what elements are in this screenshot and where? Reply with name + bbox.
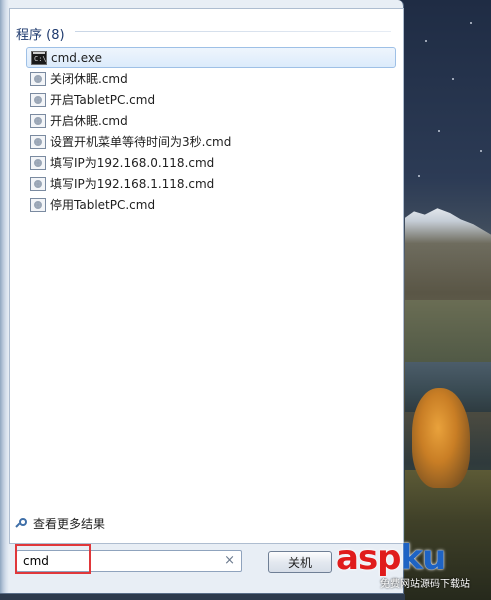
- watermark-brand-a: asp: [336, 538, 402, 578]
- see-more-results-label: 查看更多结果: [33, 517, 106, 531]
- batch-file-icon: [30, 155, 46, 170]
- shutdown-label: 关机: [287, 555, 312, 570]
- program-item-disable-hibernate[interactable]: 关闭休眠.cmd: [26, 68, 396, 89]
- cmd-icon: C:\: [31, 50, 47, 65]
- batch-file-icon: [30, 71, 46, 86]
- batch-file-icon: [30, 197, 46, 212]
- program-item-label: cmd.exe: [51, 50, 103, 65]
- program-item-label: 设置开机菜单等待时间为3秒.cmd: [50, 135, 232, 149]
- program-item-set-ip-1-118[interactable]: 填写IP为192.168.1.118.cmd: [26, 173, 396, 194]
- program-item-label: 开启TabletPC.cmd: [50, 93, 156, 107]
- program-results-list: C:\ cmd.exe 关闭休眠.cmd 开启TabletPC.cmd 开启休眠…: [26, 47, 396, 215]
- start-menu-panel: 程序 (8) C:\ cmd.exe 关闭休眠.cmd 开启TabletPC.c…: [0, 0, 404, 594]
- program-item-label: 填写IP为192.168.0.118.cmd: [50, 156, 215, 170]
- program-item-label: 开启休眠.cmd: [50, 114, 128, 128]
- watermark-subtitle: 免费网站源码下载站: [380, 579, 470, 590]
- program-item-enable-tabletpc[interactable]: 开启TabletPC.cmd: [26, 89, 396, 110]
- see-more-results-link[interactable]: 查看更多结果: [16, 515, 105, 532]
- star: [470, 22, 472, 24]
- star: [452, 78, 454, 80]
- program-item-cmd-exe[interactable]: C:\ cmd.exe: [26, 47, 396, 68]
- wallpaper-tree: [412, 388, 470, 488]
- star: [438, 130, 440, 132]
- shutdown-button[interactable]: 关机: [268, 551, 332, 573]
- program-item-label: 填写IP为192.168.1.118.cmd: [50, 177, 215, 191]
- program-item-disable-tabletpc[interactable]: 停用TabletPC.cmd: [26, 194, 396, 215]
- batch-file-icon: [30, 92, 46, 107]
- batch-file-icon: [30, 113, 46, 128]
- program-item-enable-hibernate[interactable]: 开启休眠.cmd: [26, 110, 396, 131]
- watermark-brand-b: ku: [400, 538, 447, 578]
- watermark-logo: aspku: [336, 538, 447, 578]
- star: [480, 150, 482, 152]
- programs-header: 程序 (8): [16, 28, 65, 43]
- batch-file-icon: [30, 134, 46, 149]
- programs-header-divider: [75, 31, 391, 32]
- program-item-label: 停用TabletPC.cmd: [50, 198, 156, 212]
- clear-icon[interactable]: ×: [224, 554, 235, 568]
- wallpaper-hill: [405, 300, 491, 370]
- search-icon: [16, 517, 28, 530]
- program-item-boot-menu-timeout[interactable]: 设置开机菜单等待时间为3秒.cmd: [26, 131, 396, 152]
- program-item-set-ip-0-118[interactable]: 填写IP为192.168.0.118.cmd: [26, 152, 396, 173]
- star: [425, 40, 427, 42]
- annotation-highlight-box: [15, 544, 91, 574]
- star: [418, 175, 420, 177]
- program-item-label: 关闭休眠.cmd: [50, 72, 128, 86]
- batch-file-icon: [30, 176, 46, 191]
